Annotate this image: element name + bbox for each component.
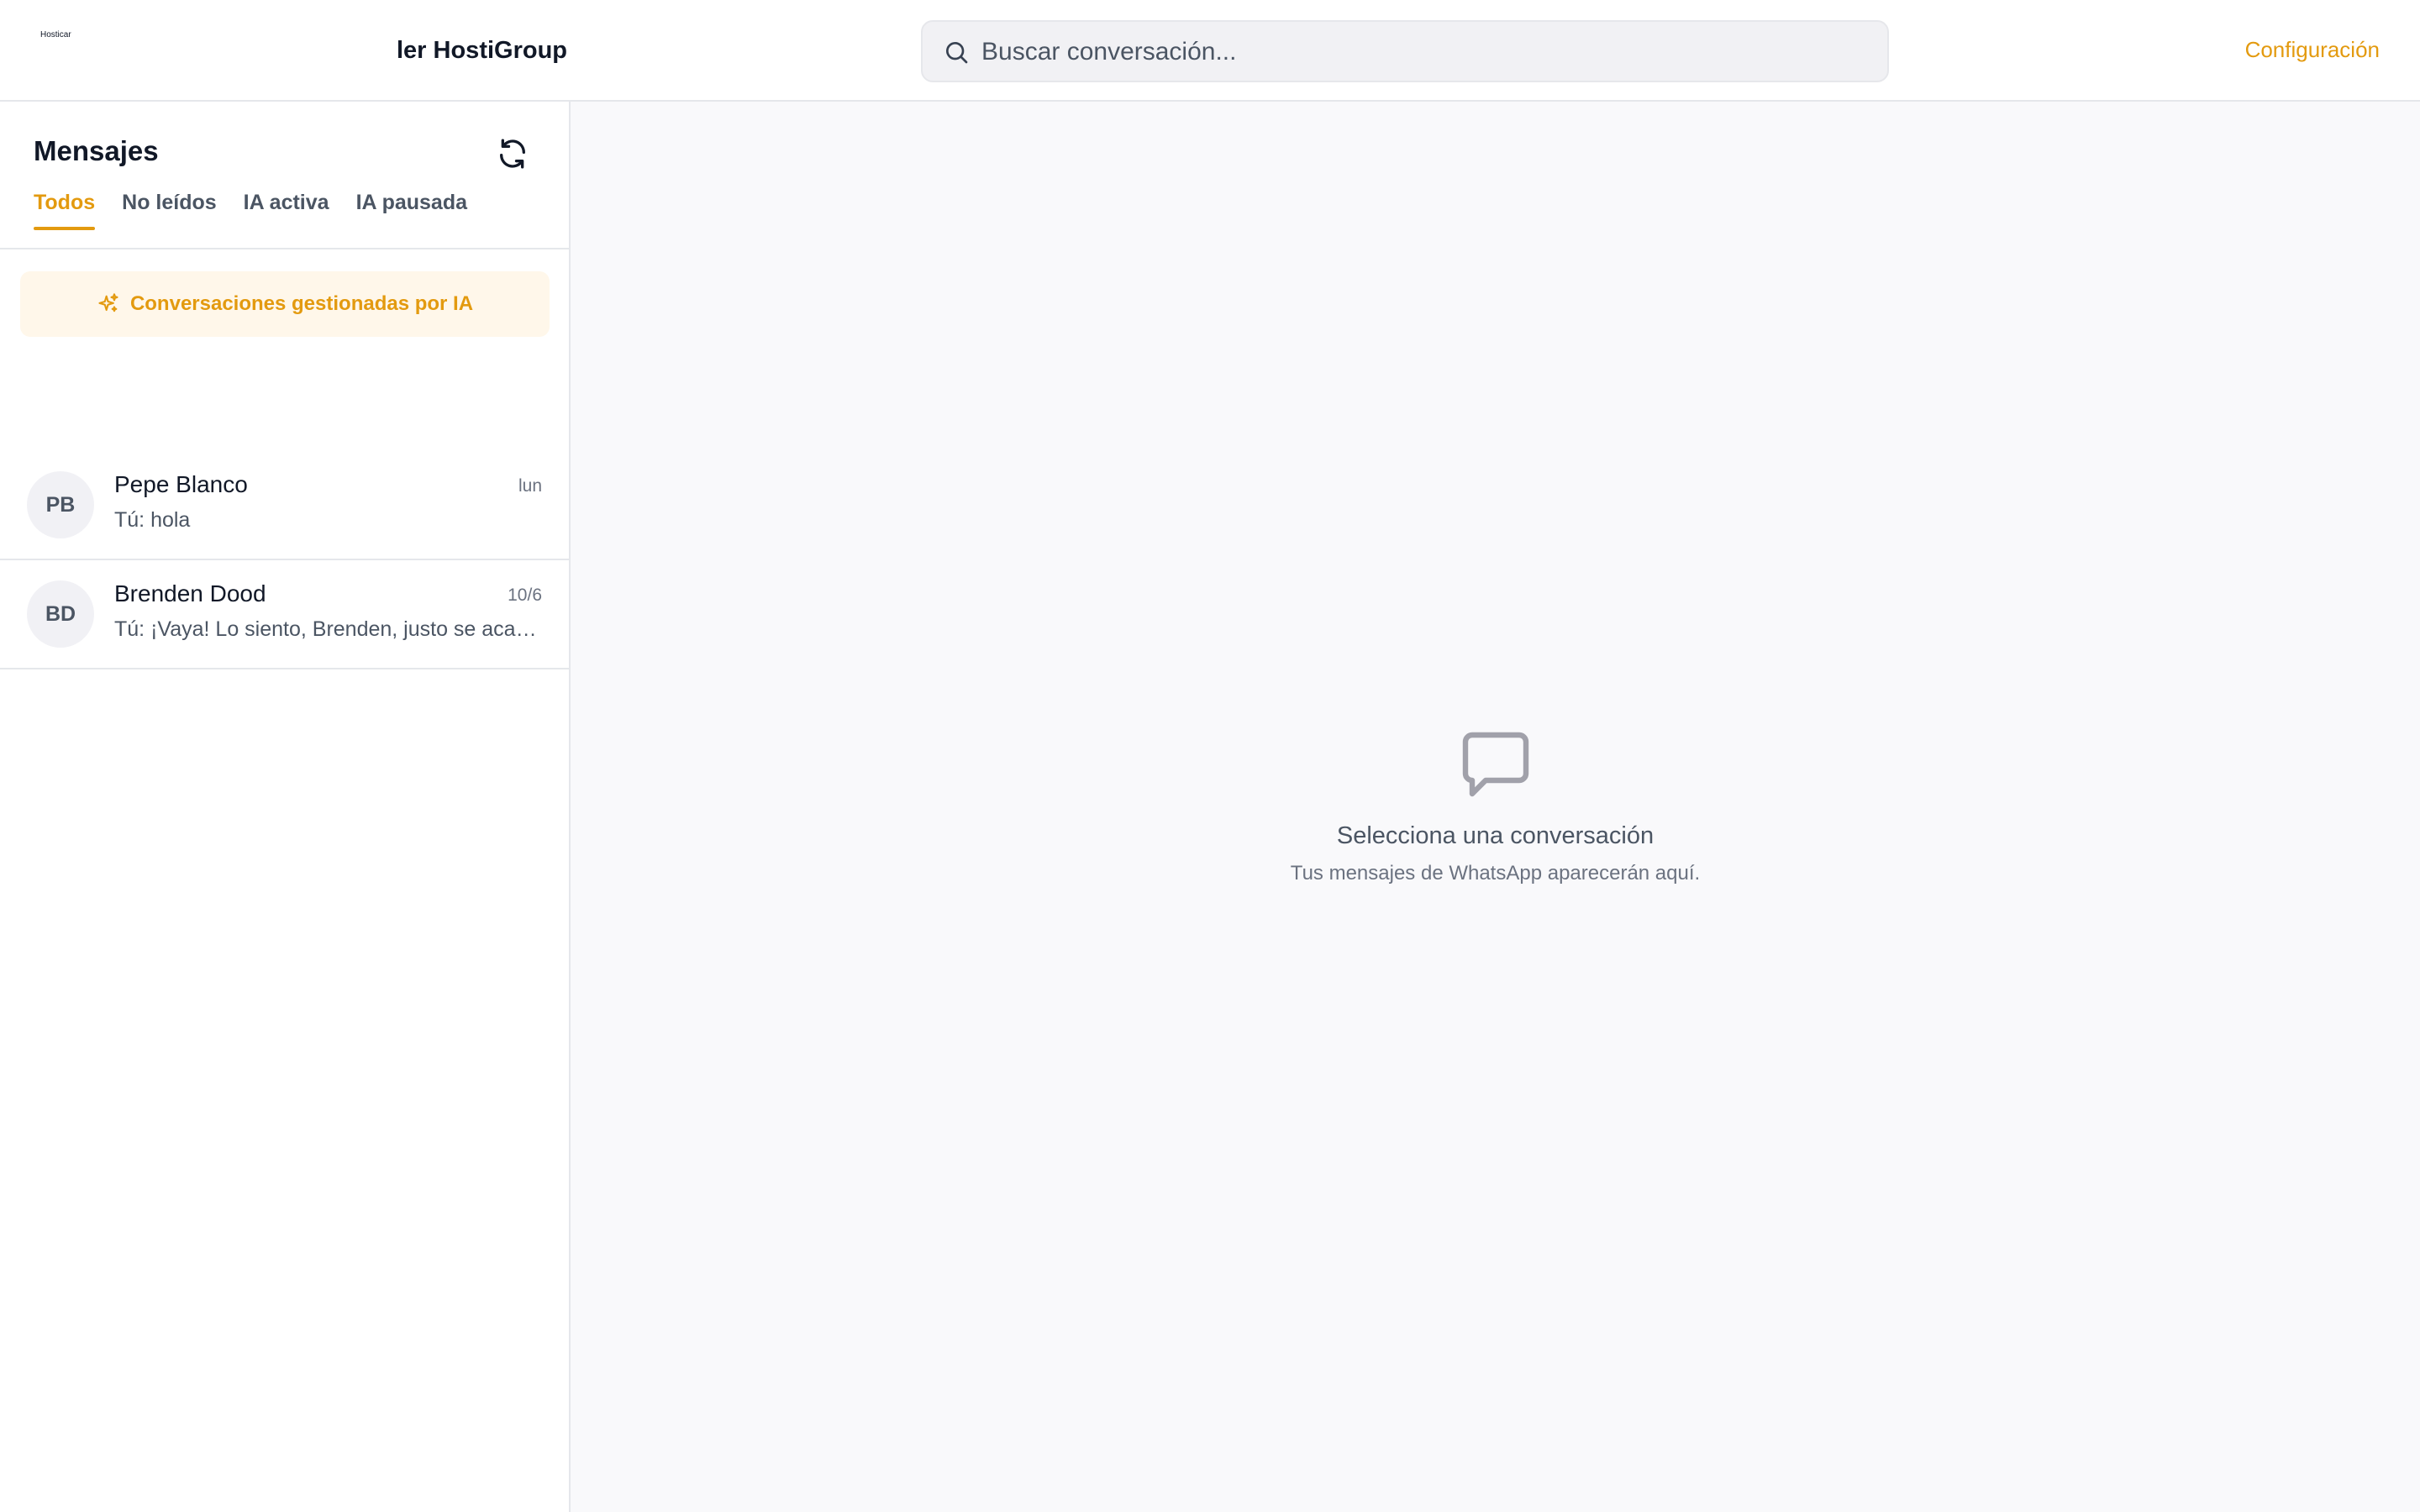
contact-name: Brenden Dood: [114, 580, 266, 606]
settings-link[interactable]: Configuración: [2245, 37, 2380, 63]
sidebar-title: Mensajes: [34, 135, 159, 166]
tab-ia-activa[interactable]: IA activa: [244, 191, 329, 235]
sidebar-header: Mensajes Todos No leídos IA activa IA pa…: [0, 102, 569, 249]
message-bubble-icon: [1462, 732, 1528, 797]
conversations-sidebar: Mensajes Todos No leídos IA activa IA pa…: [0, 102, 571, 1512]
conversation-panel: Selecciona una conversación Tus mensajes…: [571, 102, 2420, 1512]
refresh-icon[interactable]: [496, 137, 529, 171]
conversation-item[interactable]: BD Brenden Dood 10/6 Tú: ¡Vaya! Lo sient…: [0, 560, 569, 669]
message-time: 10/6: [508, 585, 542, 605]
ai-banner-text: Conversaciones gestionadas por IA: [129, 292, 474, 315]
avatar: PB: [27, 471, 94, 538]
tab-ia-pausada[interactable]: IA pausada: [356, 191, 467, 235]
empty-state: Selecciona una conversación Tus mensajes…: [571, 723, 2420, 885]
message-time: lun: [518, 476, 542, 496]
sparkles-icon: [98, 293, 118, 312]
app-logo[interactable]: Hosticar: [40, 30, 71, 39]
empty-state-title: Selecciona una conversación: [1336, 822, 1655, 849]
filter-tabs: Todos No leídos IA activa IA pausada: [34, 191, 467, 235]
conversation-item[interactable]: PB Pepe Blanco lun Tú: hola: [0, 451, 569, 560]
tab-no-leidos[interactable]: No leídos: [122, 191, 217, 235]
top-bar: Hosticar ler HostiGroup Configuración: [0, 0, 2420, 102]
tab-todos[interactable]: Todos: [34, 191, 96, 235]
company-name: ler HostiGroup: [397, 37, 568, 64]
message-preview: Tú: ¡Vaya! Lo siento, Brenden, justo se …: [114, 617, 543, 641]
search-box[interactable]: [921, 20, 1889, 82]
conversation-list: PB Pepe Blanco lun Tú: hola BD Brenden D…: [0, 451, 569, 669]
search-icon: [946, 42, 968, 64]
message-preview: Tú: hola: [114, 508, 191, 532]
avatar: BD: [27, 580, 94, 648]
search-input[interactable]: [981, 32, 1872, 72]
contact-name: Pepe Blanco: [114, 471, 248, 497]
empty-state-subtitle: Tus mensajes de WhatsApp aparecerán aquí…: [1290, 862, 1701, 885]
ai-managed-banner: Conversaciones gestionadas por IA: [20, 271, 550, 337]
